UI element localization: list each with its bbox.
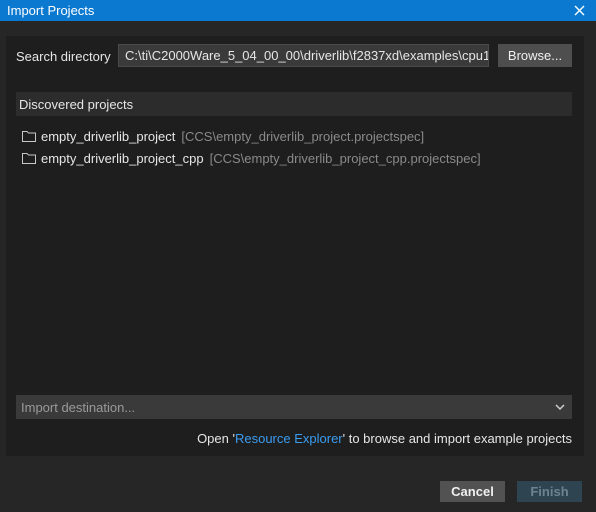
browse-button[interactable]: Browse...	[498, 44, 572, 67]
resource-explorer-link[interactable]: Resource Explorer	[235, 431, 343, 446]
close-icon	[574, 5, 584, 16]
import-destination-select[interactable]: Import destination...	[16, 395, 572, 419]
import-destination-placeholder: Import destination...	[21, 400, 136, 415]
cancel-button[interactable]: Cancel	[440, 481, 505, 502]
close-button[interactable]	[562, 0, 596, 21]
project-name: empty_driverlib_project_cpp	[41, 150, 204, 166]
project-spec: [CCS\empty_driverlib_project_cpp.project…	[209, 150, 481, 166]
search-directory-label: Search directory	[16, 49, 111, 64]
folder-icon	[22, 153, 36, 164]
project-spec: [CCS\empty_driverlib_project.projectspec…	[181, 128, 425, 144]
resource-explorer-info: Open 'Resource Explorer' to browse and i…	[197, 431, 572, 446]
finish-button[interactable]: Finish	[517, 481, 582, 502]
project-list-item[interactable]: empty_driverlib_project [CCS\empty_drive…	[22, 127, 424, 145]
info-prefix: Open '	[197, 431, 235, 446]
folder-icon	[22, 131, 36, 142]
title-bar: Import Projects	[0, 0, 596, 21]
import-projects-dialog: Import Projects Search directory C:\ti\C…	[0, 0, 596, 512]
discovered-projects-label: Discovered projects	[19, 97, 134, 112]
project-name: empty_driverlib_project	[41, 128, 176, 144]
dialog-title: Import Projects	[7, 3, 95, 18]
chevron-down-icon	[555, 404, 565, 411]
search-directory-input[interactable]: C:\ti\C2000Ware_5_04_00_00\driverlib\f28…	[118, 44, 489, 67]
discovered-projects-header: Discovered projects	[16, 92, 572, 116]
info-suffix: ' to browse and import example projects	[342, 431, 572, 446]
project-list-item[interactable]: empty_driverlib_project_cpp [CCS\empty_d…	[22, 149, 481, 167]
